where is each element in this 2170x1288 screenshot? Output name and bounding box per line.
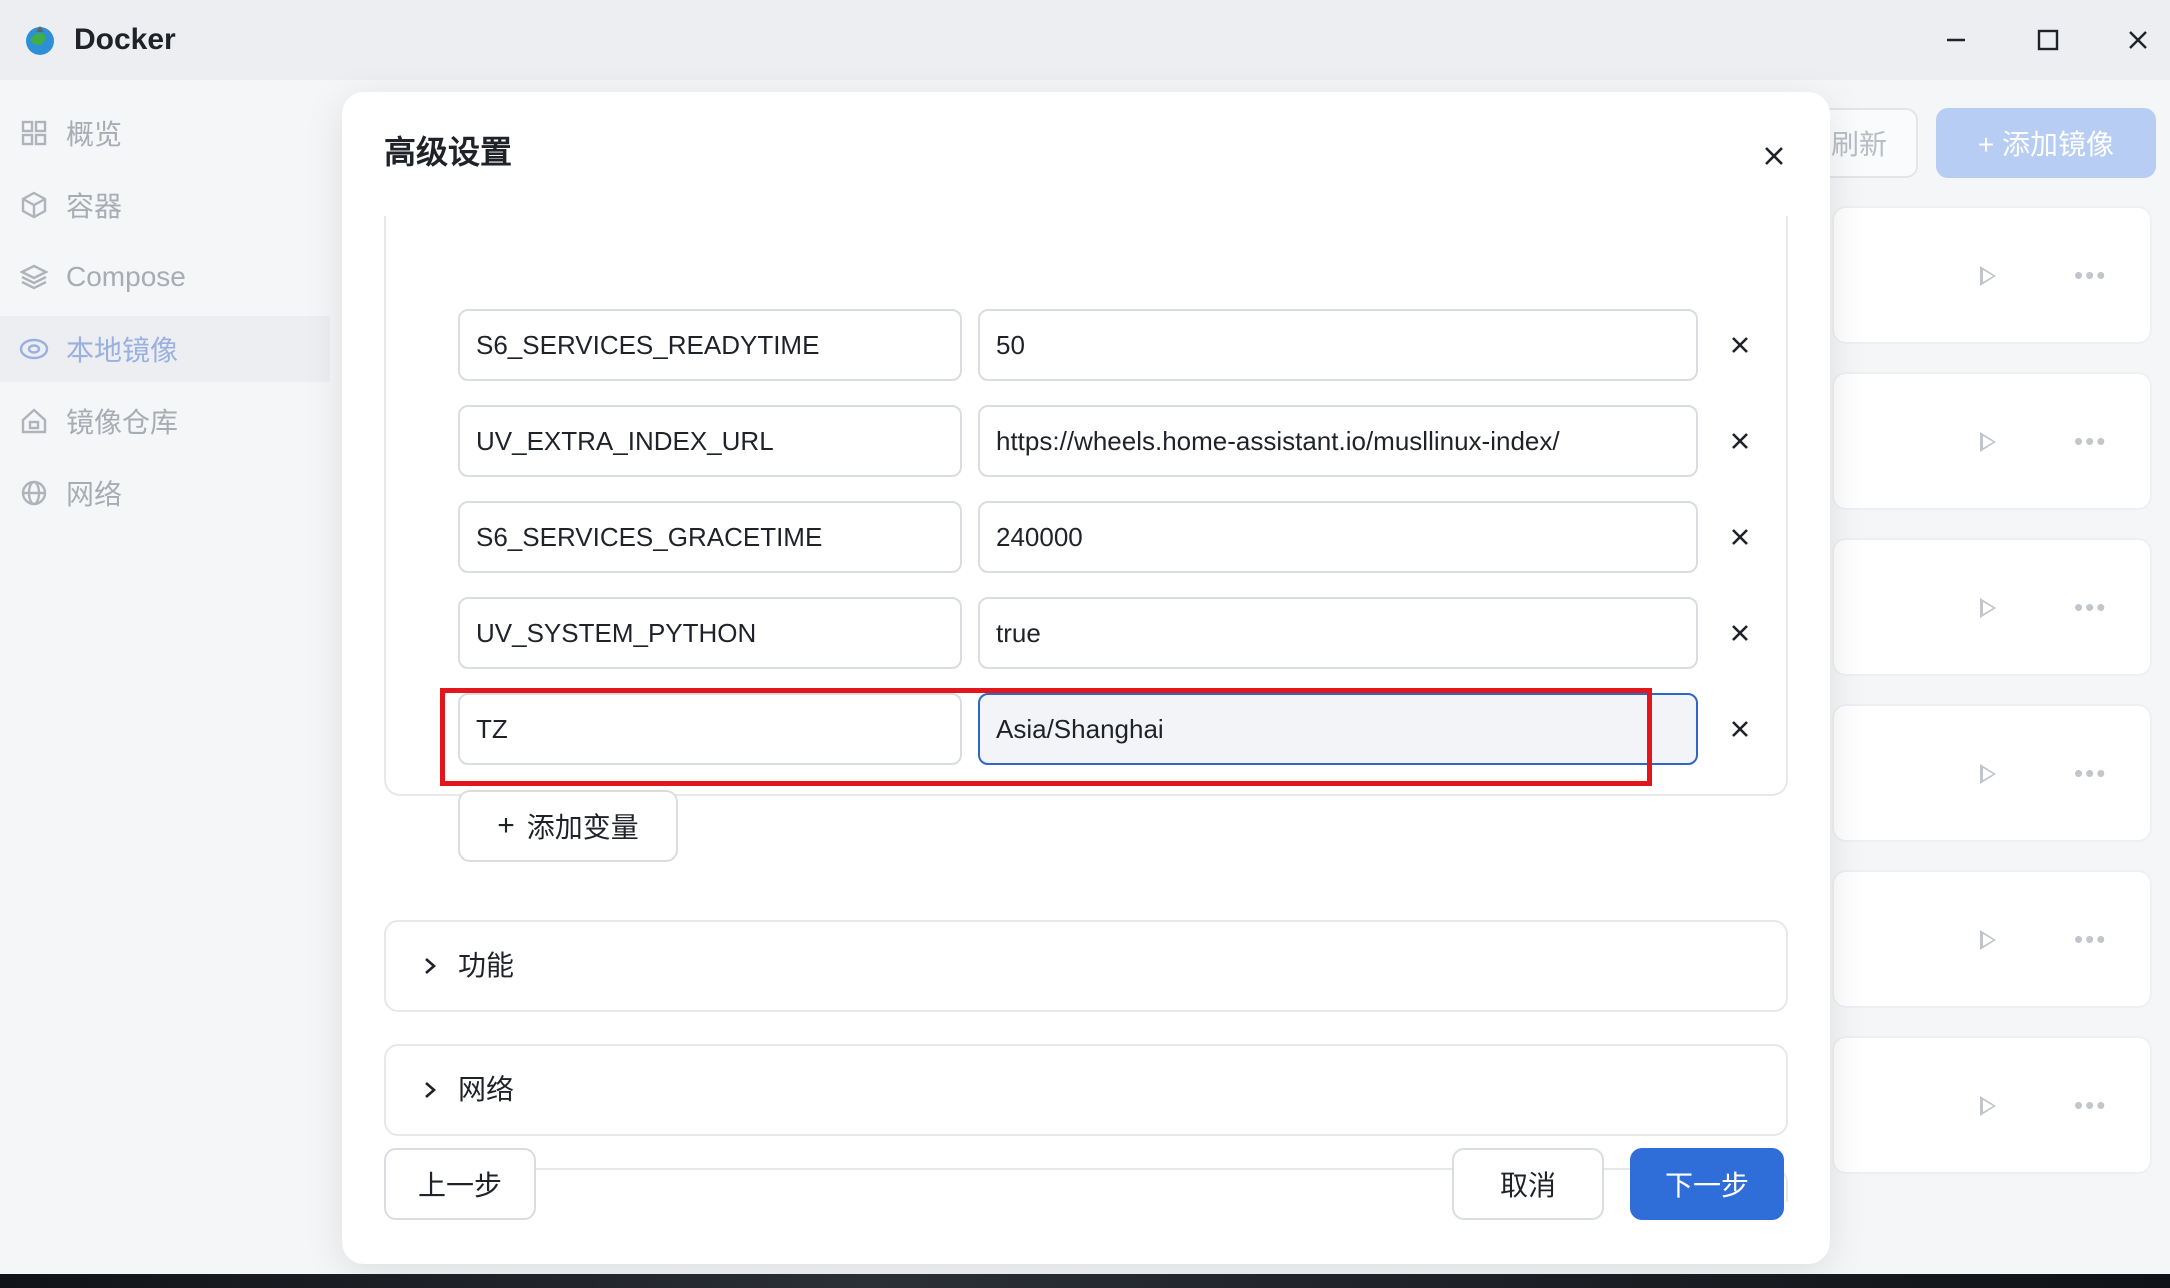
sidebar-item-containers[interactable]: 容器 bbox=[0, 172, 330, 238]
image-card: ••• bbox=[1832, 372, 2152, 510]
sidebar-item-network[interactable]: 网络 bbox=[0, 460, 330, 526]
cancel-button[interactable]: 取消 bbox=[1452, 1148, 1604, 1220]
close-icon bbox=[1732, 433, 1748, 449]
close-icon bbox=[1732, 337, 1748, 353]
sidebar-item-registry[interactable]: 镜像仓库 bbox=[0, 388, 330, 454]
sidebar-item-label: 网络 bbox=[66, 479, 123, 510]
image-card: ••• bbox=[1832, 1036, 2152, 1174]
add-image-button[interactable]: + 添加镜像 bbox=[1936, 108, 2156, 178]
chevron-right-icon bbox=[416, 1076, 444, 1104]
plus-icon: + bbox=[497, 809, 515, 842]
grid-icon bbox=[18, 117, 50, 149]
more-icon[interactable]: ••• bbox=[2074, 1090, 2107, 1121]
dialog-scroll-area[interactable]: S6_SERVICES_READYTIME 50 UV_EXTRA_INDEX_… bbox=[342, 216, 1830, 1202]
sidebar: 概览 容器 Compose 本地镜像 镜像仓库 网络 bbox=[0, 80, 330, 1274]
remove-variable-button[interactable] bbox=[1720, 325, 1760, 365]
sidebar-item-label: 容器 bbox=[66, 191, 123, 222]
remove-variable-button[interactable] bbox=[1720, 709, 1760, 749]
chevron-right-icon bbox=[416, 952, 444, 980]
sidebar-item-label: 镜像仓库 bbox=[66, 407, 179, 438]
cube-icon bbox=[18, 189, 50, 221]
docker-window: Docker 概览 容器 Compose 本地镜像 镜像仓库 网络 刷新 + 添… bbox=[0, 0, 2170, 1274]
docker-logo-icon bbox=[22, 22, 58, 58]
app-title: Docker bbox=[74, 23, 176, 56]
previous-step-button[interactable]: 上一步 bbox=[384, 1148, 536, 1220]
sidebar-item-compose[interactable]: Compose bbox=[0, 244, 330, 310]
globe-icon bbox=[18, 477, 50, 509]
play-icon[interactable] bbox=[1980, 266, 1996, 286]
add-variable-label: 添加变量 bbox=[526, 812, 639, 843]
sidebar-item-label: 本地镜像 bbox=[66, 335, 179, 366]
section-label: 网络 bbox=[458, 1074, 515, 1105]
next-step-button[interactable]: 下一步 bbox=[1630, 1148, 1784, 1220]
env-key-input[interactable]: S6_SERVICES_GRACETIME bbox=[458, 501, 962, 573]
env-value-input[interactable]: 50 bbox=[978, 309, 1698, 381]
title-bar: Docker bbox=[0, 0, 2170, 80]
image-card: ••• bbox=[1832, 206, 2152, 344]
env-value-input[interactable]: true bbox=[978, 597, 1698, 669]
home-icon bbox=[18, 405, 50, 437]
close-icon bbox=[1732, 721, 1748, 737]
sidebar-item-label: 概览 bbox=[66, 119, 123, 150]
more-icon[interactable]: ••• bbox=[2074, 924, 2107, 955]
desktop-background-strip bbox=[0, 1274, 2170, 1288]
env-value-input[interactable]: 240000 bbox=[978, 501, 1698, 573]
remove-variable-button[interactable] bbox=[1720, 517, 1760, 557]
env-key-input[interactable]: S6_SERVICES_READYTIME bbox=[458, 309, 962, 381]
dialog-close-button[interactable] bbox=[1754, 136, 1794, 176]
more-icon[interactable]: ••• bbox=[2074, 260, 2107, 291]
sidebar-item-local-images[interactable]: 本地镜像 bbox=[0, 316, 330, 382]
remove-variable-button[interactable] bbox=[1720, 421, 1760, 461]
disc-icon bbox=[18, 333, 50, 365]
close-icon bbox=[1765, 147, 1783, 165]
env-key-input[interactable]: UV_SYSTEM_PYTHON bbox=[458, 597, 962, 669]
more-icon[interactable]: ••• bbox=[2074, 592, 2107, 623]
dialog-title: 高级设置 bbox=[384, 134, 513, 170]
section-network[interactable]: 网络 bbox=[384, 1044, 1788, 1136]
layers-icon bbox=[18, 261, 50, 293]
maximize-button[interactable] bbox=[2028, 20, 2068, 60]
play-icon[interactable] bbox=[1980, 432, 1996, 452]
section-label: 功能 bbox=[458, 950, 515, 981]
section-features[interactable]: 功能 bbox=[384, 920, 1788, 1012]
sidebar-item-overview[interactable]: 概览 bbox=[0, 100, 330, 166]
close-icon bbox=[1732, 529, 1748, 545]
close-icon bbox=[1732, 625, 1748, 641]
image-card: ••• bbox=[1832, 870, 2152, 1008]
play-icon[interactable] bbox=[1980, 764, 1996, 784]
advanced-settings-dialog: 高级设置 S6_SERVICES_READYTIME 50 UV_EXTRA_I… bbox=[342, 92, 1830, 1264]
more-icon[interactable]: ••• bbox=[2074, 758, 2107, 789]
play-icon[interactable] bbox=[1980, 598, 1996, 618]
env-value-input[interactable]: https://wheels.home-assistant.io/musllin… bbox=[978, 405, 1698, 477]
close-window-button[interactable] bbox=[2118, 20, 2158, 60]
annotation-highlight-box bbox=[440, 688, 1652, 786]
image-card: ••• bbox=[1832, 704, 2152, 842]
add-variable-button[interactable]: + 添加变量 bbox=[458, 790, 678, 862]
more-icon[interactable]: ••• bbox=[2074, 426, 2107, 457]
play-icon[interactable] bbox=[1980, 1096, 1996, 1116]
image-card: ••• bbox=[1832, 538, 2152, 676]
play-icon[interactable] bbox=[1980, 930, 1996, 950]
minimize-button[interactable] bbox=[1936, 20, 1976, 60]
sidebar-item-label: Compose bbox=[66, 261, 186, 292]
env-key-input[interactable]: UV_EXTRA_INDEX_URL bbox=[458, 405, 962, 477]
remove-variable-button[interactable] bbox=[1720, 613, 1760, 653]
